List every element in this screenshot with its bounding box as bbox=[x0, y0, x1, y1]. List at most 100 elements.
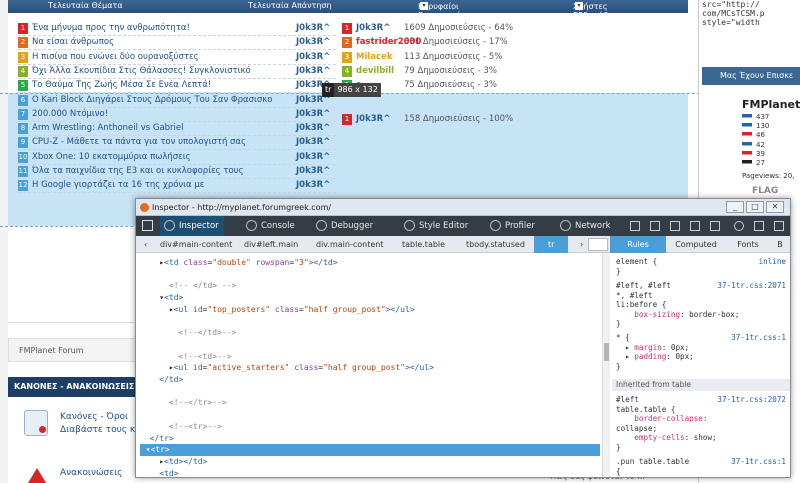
dropdown-icon[interactable]: ▾ bbox=[420, 2, 428, 10]
split-console-icon[interactable] bbox=[630, 221, 640, 231]
topic-author[interactable]: J0k3R^ bbox=[296, 166, 330, 176]
breadcrumb[interactable]: FMPlanet Forum bbox=[8, 338, 138, 362]
markup-line[interactable]: <!-- </td> --> bbox=[140, 280, 236, 292]
screenshot-icon[interactable] bbox=[710, 221, 720, 231]
poster-row[interactable]: 3 Milacek 113 Δημοσιεύσεις - 5% bbox=[342, 51, 512, 65]
topic-row[interactable]: 11 Όλα τα παιχνίδια της E3 και οι κυκλοφο… bbox=[18, 165, 330, 179]
markup-line[interactable]: </td> bbox=[140, 374, 183, 386]
crumb-tr[interactable]: tr bbox=[534, 236, 569, 253]
rule-source-2072[interactable]: 37-1tr.css:2072 bbox=[717, 395, 786, 405]
eyedropper-icon[interactable] bbox=[690, 221, 700, 231]
markup-view[interactable]: ▸<td class="double" rowspan="3"></td> <!… bbox=[140, 253, 600, 477]
topic-title[interactable]: Να είσαι άνθρωπος bbox=[32, 37, 114, 47]
tab-debugger[interactable]: Debugger bbox=[312, 216, 382, 236]
tab-profiler[interactable]: Profiler bbox=[486, 216, 550, 236]
tab-network[interactable]: Network bbox=[556, 216, 622, 236]
topic-title[interactable]: Η πισίνα που ενώνει δύο ουρανοξύστες bbox=[32, 52, 199, 62]
topic-author[interactable]: J0k3R^ bbox=[296, 52, 330, 62]
topic-row[interactable]: 3 Η πισίνα που ενώνει δύο ουρανοξύστες J0k… bbox=[18, 51, 330, 65]
markup-line[interactable]: ▾<td> bbox=[140, 292, 183, 304]
topic-row[interactable]: 10 Xbox One: 10 εκατομμύρια πωλήσεις J0k3R… bbox=[18, 151, 330, 165]
topic-author[interactable]: J0k3R^ bbox=[296, 37, 330, 47]
poster-name[interactable]: devilbill bbox=[356, 66, 394, 76]
tab-rules[interactable]: Rules bbox=[610, 236, 666, 253]
dock-icon[interactable] bbox=[754, 221, 764, 231]
poster-row[interactable]: 4 devilbill 79 Δημοσιεύσεις - 3% bbox=[342, 65, 512, 79]
announce-title[interactable]: Ανακοινώσεις bbox=[60, 468, 122, 478]
topic-title[interactable]: CPU-Z - Μάθετε τα πάντα για τον υπολογισ… bbox=[32, 137, 246, 147]
minimize-button[interactable]: _ bbox=[726, 201, 744, 213]
responsive-icon[interactable] bbox=[670, 221, 680, 231]
topic-author[interactable]: J0k3R^ bbox=[296, 109, 330, 119]
crumb-main-content[interactable]: div#main-content bbox=[160, 236, 232, 253]
topic-row[interactable]: 7 200.000 Ντόμινο! J0k3R^ bbox=[18, 108, 330, 122]
close-button[interactable]: ✕ bbox=[766, 201, 784, 213]
embed-code-box[interactable]: src="http:// com/MCsTCSM.p style="width bbox=[702, 0, 800, 38]
topic-author[interactable]: J0k3R^ bbox=[296, 137, 330, 147]
pick-element-icon[interactable] bbox=[142, 220, 153, 231]
markup-line[interactable]: <!--</tr>--> bbox=[140, 397, 227, 409]
topic-title[interactable]: 200.000 Ντόμινο! bbox=[32, 109, 108, 119]
rule-source-2071[interactable]: 37-1tr.css:2071 bbox=[717, 281, 786, 291]
dropdown-icon[interactable]: ▾ bbox=[575, 2, 583, 10]
topic-author[interactable]: J0k3R^ bbox=[296, 180, 330, 190]
crumb-left-main[interactable]: div#left.main bbox=[244, 236, 298, 253]
topic-title[interactable]: Η Google γιορτάζει τα 16 της χρόνια με bbox=[32, 180, 204, 190]
rule-pun-table[interactable]: .pun table.table { bbox=[616, 457, 689, 476]
topic-row[interactable]: 2 Να είσαι άνθρωπος J0k3R^ bbox=[18, 36, 330, 50]
topic-title[interactable]: Όχι Άλλα Σκουπίδια Στις Θάλασσες! Συγκλο… bbox=[32, 66, 251, 76]
flag-counter-logo[interactable]: FLAG bbox=[752, 186, 778, 196]
rule-universal[interactable]: * { ▸ margin: 0px; ▸ padding: 0px; } bbox=[616, 333, 694, 371]
maximize-button[interactable]: □ bbox=[746, 201, 764, 213]
topic-row[interactable]: 9 CPU-Z - Μάθετε τα πάντα για τον υπολογι… bbox=[18, 136, 330, 150]
inspector-titlebar[interactable]: Inspector - http://myplanet.forumgreek.c… bbox=[136, 199, 790, 216]
rule-source-1[interactable]: 37-1tr.css:1 bbox=[731, 333, 786, 343]
tab-console[interactable]: Console bbox=[242, 216, 306, 236]
markup-line-selected[interactable]: ▾<tr> bbox=[140, 444, 600, 457]
crumb-tbody[interactable]: tbody.statused bbox=[466, 236, 525, 253]
topic-title[interactable]: Το Θαύμα Της Ζωής Μέσα Σε Ενέα Λεπτά! bbox=[32, 80, 211, 90]
topic-row[interactable]: 6 Ο Kari Block Διηγάρει Στους Δρόμους Του… bbox=[18, 94, 330, 108]
topic-row[interactable]: 4 Όχι Άλλα Σκουπίδια Στις Θάλασσες! Συγκλ… bbox=[18, 65, 330, 79]
search-input[interactable] bbox=[588, 238, 608, 251]
breadcrumb-back-icon[interactable]: ‹ bbox=[144, 236, 147, 253]
markup-line[interactable]: <!--<tr>--> bbox=[140, 421, 222, 433]
tab-inspector[interactable]: Inspector bbox=[160, 216, 224, 236]
scratchpad-icon[interactable] bbox=[650, 221, 660, 231]
settings-icon[interactable] bbox=[734, 221, 744, 231]
rule-element[interactable]: element { } bbox=[616, 257, 657, 276]
poster-name[interactable]: J0k3R^ bbox=[356, 114, 390, 124]
week-poster-row[interactable]: 1 J0k3R^ 158 Δημοσιεύσεις - 100% bbox=[342, 113, 513, 127]
topic-title[interactable]: Ένα μήνυμα προς την ανθρωπότητα! bbox=[32, 23, 190, 33]
scrollbar-thumb[interactable] bbox=[604, 343, 609, 361]
crumb-main-content-div[interactable]: div.main-content bbox=[316, 236, 383, 253]
markup-line[interactable]: </tr> bbox=[140, 433, 174, 445]
tab-style-editor[interactable]: Style Editor bbox=[400, 216, 484, 236]
topic-row[interactable]: 8 Arm Wrestling: Anthoneil vs Gabriel J0k3… bbox=[18, 122, 330, 136]
topic-author[interactable]: J0k3R^ bbox=[296, 152, 330, 162]
poster-row[interactable]: 1 J0k3R^ 1609 Δημοσιεύσεις - 64% bbox=[342, 22, 513, 36]
topic-author[interactable]: J0k3R^ bbox=[296, 66, 330, 76]
rule-source-1b[interactable]: 37-1tr.css:1 bbox=[731, 457, 786, 467]
toolbox-close-icon[interactable] bbox=[774, 221, 784, 231]
poster-row[interactable]: 2 fastrider2000 331 Δημοσιεύσεις - 17% bbox=[342, 36, 512, 50]
markup-line[interactable]: <td> bbox=[140, 468, 178, 477]
topic-title[interactable]: Xbox One: 10 εκατομμύρια πωλήσεις bbox=[32, 152, 191, 162]
tab-computed[interactable]: Computed bbox=[668, 236, 724, 253]
crumb-table[interactable]: table.table bbox=[402, 236, 445, 253]
topic-row[interactable]: 1 Ένα μήνυμα προς την ανθρωπότητα! J0k3R^ bbox=[18, 22, 330, 36]
topic-title[interactable]: Arm Wrestling: Anthoneil vs Gabriel bbox=[32, 123, 184, 133]
tab-box[interactable]: B bbox=[772, 236, 788, 253]
markup-line[interactable]: <!--</td>--> bbox=[140, 327, 237, 339]
poster-name[interactable]: Milacek bbox=[356, 52, 392, 62]
markup-line[interactable]: ▸<td></td> bbox=[140, 456, 207, 468]
markup-line[interactable]: ▸<ul id="active_starters" class="half gr… bbox=[140, 362, 434, 374]
markup-scrollbar[interactable] bbox=[602, 253, 610, 477]
topic-author[interactable]: J0k3R^ bbox=[296, 23, 330, 33]
topic-title[interactable]: Όλα τα παιχνίδια της E3 και οι κυκλοφορί… bbox=[32, 166, 244, 176]
rules-item-link[interactable]: Διαβάστε τους καν bbox=[60, 425, 146, 435]
rule-left-table[interactable]: #left table.table { border-collapse: col… bbox=[616, 395, 717, 452]
topic-title[interactable]: Ο Kari Block Διηγάρει Στους Δρόμους Του … bbox=[32, 95, 272, 105]
markup-line[interactable]: ▸<ul id="top_posters" class="half group_… bbox=[140, 304, 415, 316]
topic-author[interactable]: J0k3R^ bbox=[296, 123, 330, 133]
